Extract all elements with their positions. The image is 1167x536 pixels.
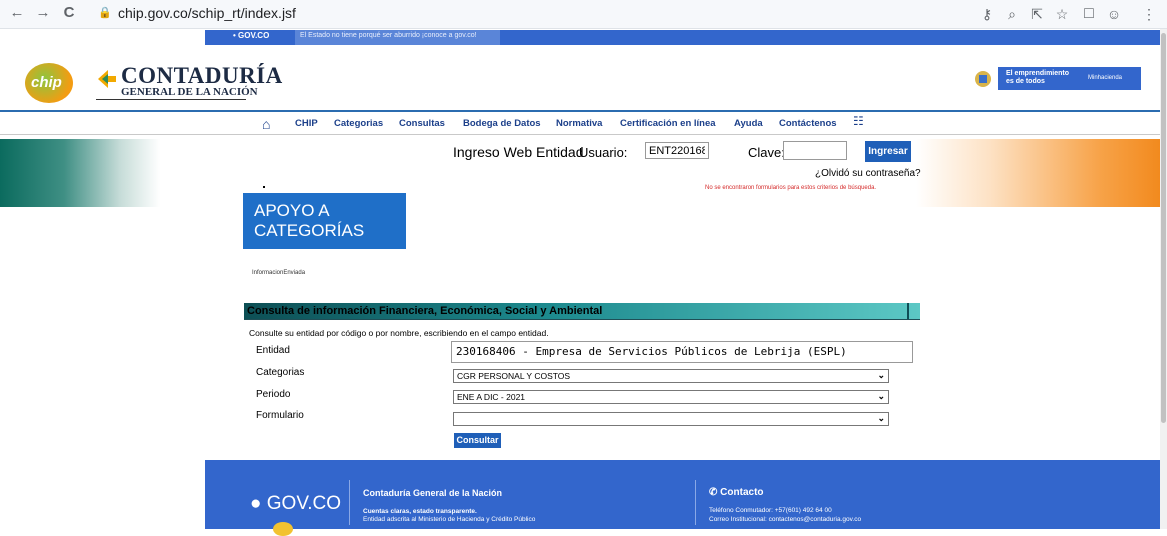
zoom-icon[interactable]: ⌕ bbox=[1003, 5, 1021, 23]
nav-item-ayuda[interactable]: Ayuda bbox=[734, 118, 763, 129]
footer-decorative-shape bbox=[273, 522, 293, 536]
footer-separator bbox=[695, 480, 696, 525]
address-bar[interactable]: chip.gov.co/schip_rt/index.jsf bbox=[118, 5, 296, 21]
consulta-instructions: Consulte su entidad por código o por nom… bbox=[249, 328, 549, 338]
reload-icon[interactable]: C bbox=[60, 4, 78, 22]
key-icon[interactable]: ⚷ bbox=[978, 5, 996, 23]
header-underline bbox=[96, 99, 246, 100]
consulta-panel-title: Consulta de información Financiera, Econ… bbox=[247, 305, 603, 317]
periodo-label: Periodo bbox=[256, 389, 291, 400]
page-title-line2: CATEGORÍAS bbox=[254, 221, 365, 240]
footer-entity-note: Entidad adscrita al Ministerio de Hacien… bbox=[363, 516, 536, 523]
categorias-label: Categorias bbox=[256, 367, 305, 378]
formulario-label: Formulario bbox=[256, 410, 304, 421]
chevron-down-icon: ⌄ bbox=[877, 413, 885, 423]
password-input[interactable] bbox=[783, 141, 847, 160]
login-button[interactable]: Ingresar bbox=[865, 141, 911, 162]
forgot-password-link[interactable]: ¿Olvidó su contraseña? bbox=[815, 168, 921, 179]
username-label: Usuario: bbox=[579, 145, 628, 160]
page-title-line1: APOYO A bbox=[254, 201, 330, 220]
forward-icon[interactable]: → bbox=[34, 4, 52, 22]
login-title: Ingreso Web Entidad bbox=[453, 144, 584, 160]
bookmark-star-icon[interactable]: ☆ bbox=[1053, 5, 1071, 23]
govco-tagline[interactable]: El Estado no tiene porqué ser aburrido ¡… bbox=[300, 32, 477, 39]
footer-email[interactable]: Correo Institucional: contactenos@contad… bbox=[709, 516, 861, 523]
govco-bar: • GOV.CO El Estado no tiene porqué ser a… bbox=[205, 30, 1160, 45]
header-subtitle: GENERAL DE LA NACIÓN bbox=[121, 86, 258, 98]
nav-item-certificacion[interactable]: Certificación en línea bbox=[620, 118, 716, 129]
panel-header-separator bbox=[907, 303, 909, 319]
error-message: No se encontraron formularios para estos… bbox=[705, 185, 877, 191]
entidad-input[interactable]: 230168406 - Empresa de Servicios Público… bbox=[451, 341, 913, 363]
sitemap-icon[interactable]: ☷ bbox=[853, 114, 864, 128]
scrollbar-thumb[interactable] bbox=[1161, 33, 1166, 423]
left-banner-gradient bbox=[0, 139, 160, 207]
footer-title: Contaduría General de la Nación bbox=[363, 488, 503, 498]
nav-item-normativa[interactable]: Normativa bbox=[556, 118, 602, 129]
chip-logo-text: chip bbox=[31, 74, 62, 91]
formulario-select[interactable]: ⌄ bbox=[453, 412, 889, 426]
header-divider bbox=[0, 110, 1160, 112]
govco-logo[interactable]: • GOV.CO bbox=[233, 31, 269, 40]
footer-contact-title: ✆ Contacto bbox=[709, 487, 764, 498]
nav-item-contactenos[interactable]: Contáctenos bbox=[779, 118, 837, 129]
password-label: Clave: bbox=[748, 145, 785, 160]
minhacienda-text: Minhacienda bbox=[1088, 75, 1123, 81]
categorias-selected: CGR PERSONAL Y COSTOS bbox=[457, 371, 571, 381]
nav-item-consultas[interactable]: Consultas bbox=[399, 118, 445, 129]
share-icon[interactable]: ⇱ bbox=[1028, 5, 1046, 23]
phone-icon: ✆ bbox=[709, 487, 721, 498]
breadcrumb[interactable]: InformacionEnviada bbox=[252, 270, 305, 276]
right-banner-gradient bbox=[916, 139, 1160, 207]
coat-of-arms-icon bbox=[975, 71, 991, 87]
periodo-selected: ENE A DIC - 2021 bbox=[457, 392, 526, 402]
nav-item-chip[interactable]: CHIP bbox=[295, 118, 318, 129]
contaduria-logo-icon bbox=[98, 70, 116, 88]
chevron-down-icon: ⌄ bbox=[877, 370, 885, 380]
footer-slogan: Cuentas claras, estado transparente. bbox=[363, 508, 477, 515]
nav-item-bodega-datos[interactable]: Bodega de Datos bbox=[463, 118, 541, 129]
side-panel-icon[interactable]: □ bbox=[1080, 5, 1098, 23]
lock-icon[interactable]: 🔒 bbox=[98, 6, 112, 19]
categorias-select[interactable]: CGR PERSONAL Y COSTOS ⌄ bbox=[453, 369, 889, 383]
periodo-select[interactable]: ENE A DIC - 2021 ⌄ bbox=[453, 390, 889, 404]
menu-icon[interactable]: ⋮ bbox=[1140, 5, 1158, 23]
consultar-button[interactable]: Consultar bbox=[454, 433, 501, 448]
home-icon[interactable]: ⌂ bbox=[262, 116, 270, 132]
nav-divider bbox=[0, 134, 1160, 135]
footer-separator bbox=[349, 480, 350, 525]
entidad-label: Entidad bbox=[256, 345, 290, 356]
page-title: APOYO A CATEGORÍAS bbox=[254, 201, 364, 241]
profile-icon[interactable]: ☺ bbox=[1105, 5, 1123, 23]
bullet-dot bbox=[263, 186, 265, 188]
chevron-down-icon: ⌄ bbox=[877, 391, 885, 401]
footer-govco-logo[interactable]: ● GOV.CO bbox=[250, 493, 341, 515]
username-input[interactable] bbox=[645, 142, 709, 159]
footer-phone[interactable]: Teléfono Conmutador: +57(601) 492 64 00 bbox=[709, 507, 832, 514]
emprendimiento-text: El emprendimiento es de todos bbox=[1006, 70, 1070, 85]
nav-item-categorias[interactable]: Categorias bbox=[334, 118, 383, 129]
footer-contact-label: Contacto bbox=[720, 487, 764, 498]
back-icon[interactable]: ← bbox=[8, 4, 26, 22]
